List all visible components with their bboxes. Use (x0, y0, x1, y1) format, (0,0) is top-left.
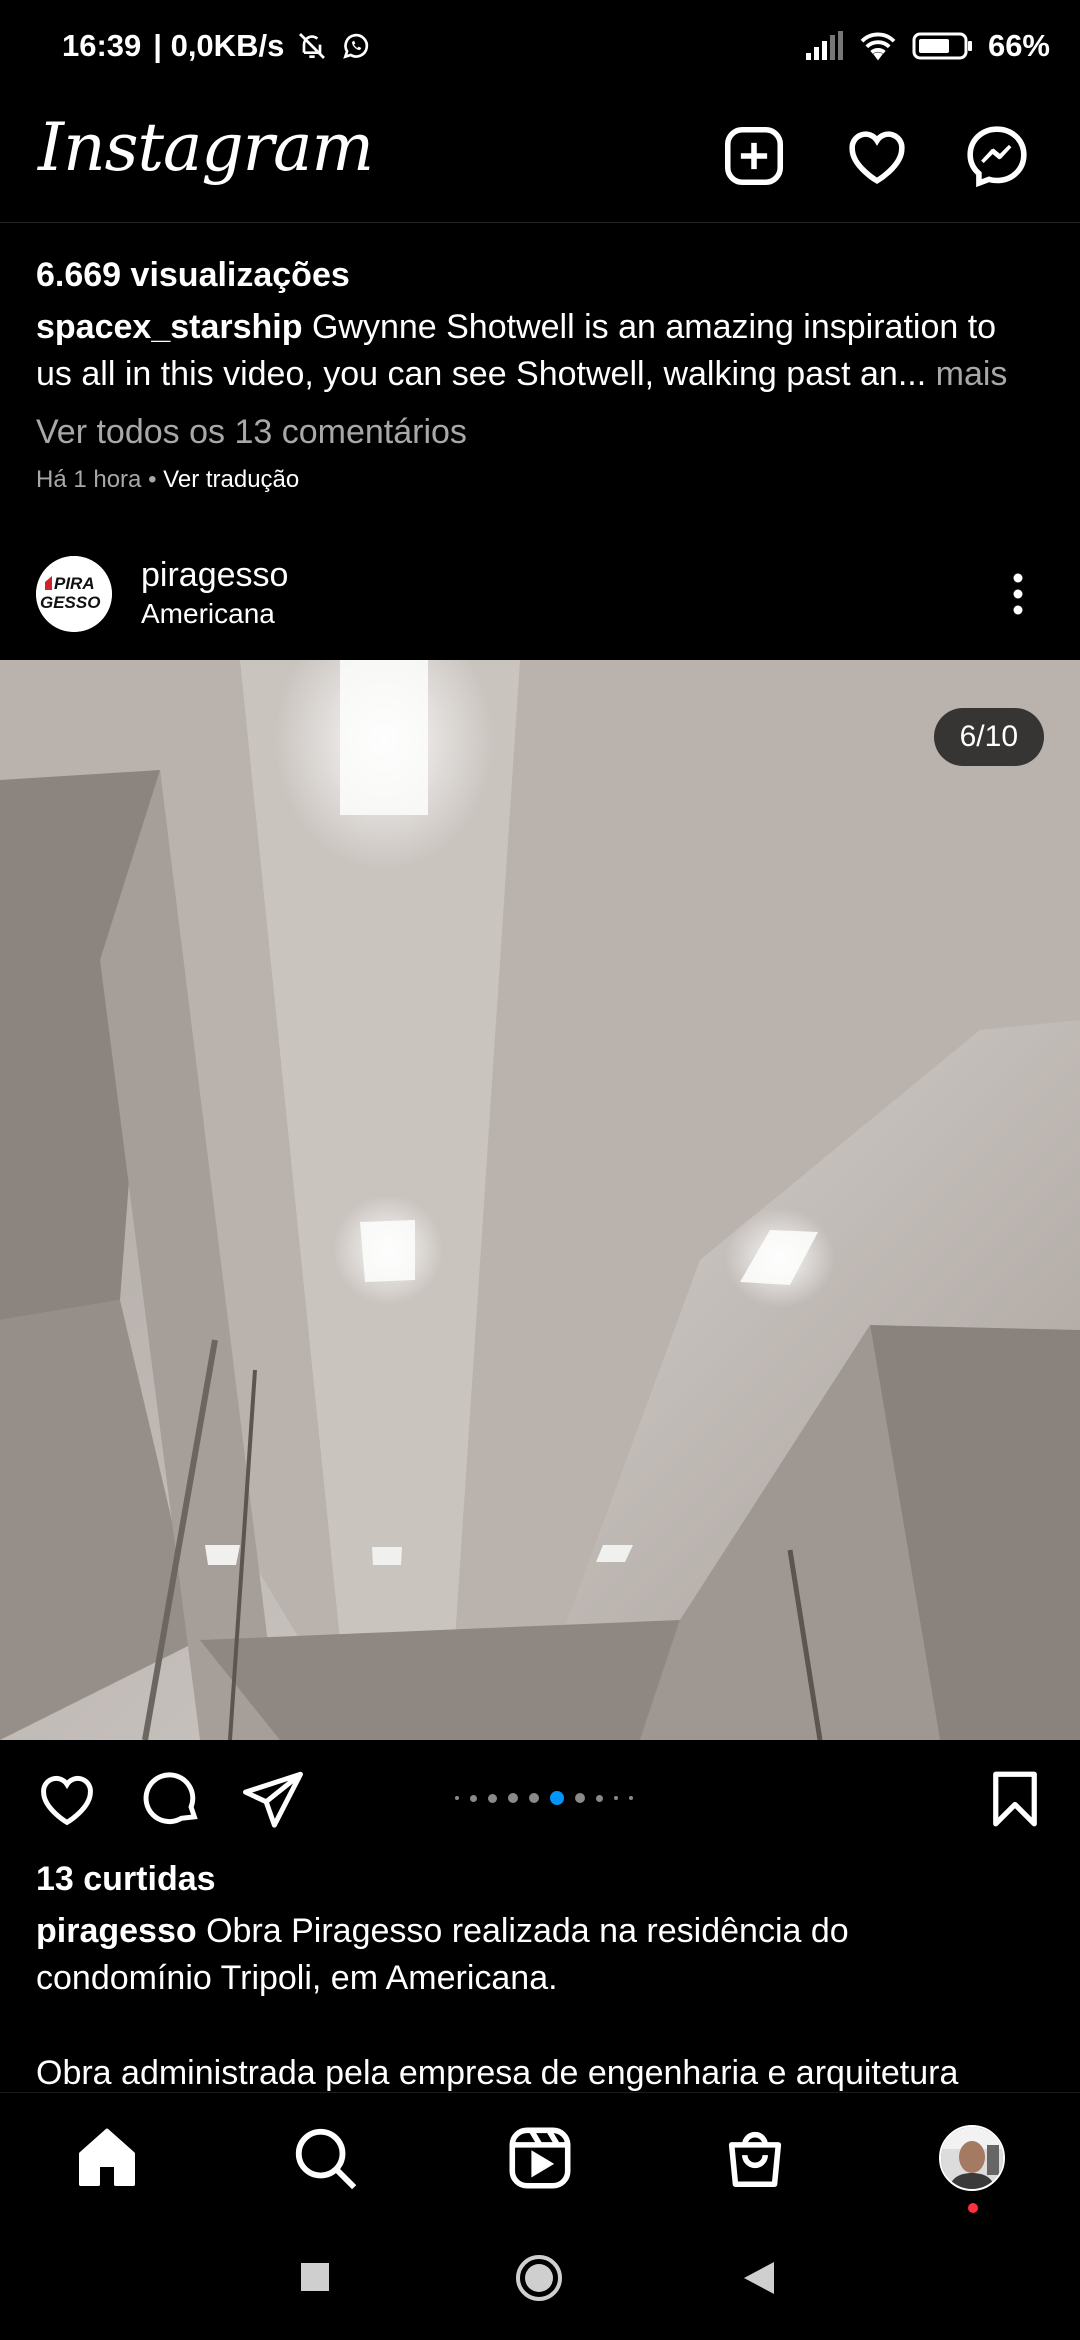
views-count: 6.669 visualizações (36, 256, 350, 294)
view-comments-link[interactable]: Ver todos os 13 comentários (36, 409, 467, 455)
wifi-icon (860, 32, 896, 61)
caption-username[interactable]: spacex_starship (36, 308, 303, 346)
caption-username[interactable]: piragesso (36, 1912, 197, 1950)
new-post-icon[interactable] (719, 121, 789, 191)
carousel-dot (596, 1794, 603, 1802)
status-right: 66% (804, 28, 1050, 64)
home-circle-icon[interactable] (515, 2254, 563, 2302)
carousel-dot (614, 1796, 618, 1800)
bottom-nav (0, 2092, 1080, 2222)
post-username[interactable]: piragesso (141, 555, 288, 595)
like-heart-icon[interactable] (34, 1766, 100, 1832)
status-left: 16:39 | 0,0KB/s (62, 28, 372, 64)
carousel-dot (508, 1793, 518, 1803)
avatar-text-bottom: GESSO (40, 593, 101, 612)
caption-text-2: us all in this video, you can see Shotwe… (36, 355, 927, 393)
previous-caption-line2: us all in this video, you can see Shotwe… (36, 351, 1007, 397)
comment-icon[interactable] (138, 1766, 204, 1832)
back-triangle-icon[interactable] (742, 2260, 776, 2296)
recents-square-icon[interactable] (300, 2262, 330, 2292)
home-icon[interactable] (72, 2123, 142, 2193)
carousel-dot (529, 1793, 539, 1803)
post-caption-line1: piragesso Obra Piragesso realizada na re… (36, 1908, 849, 1954)
battery-level: 66% (987, 28, 1050, 63)
carousel-dot (470, 1794, 477, 1802)
post-caption-line3: Obra administrada pela empresa de engenh… (36, 2054, 959, 2092)
post-location[interactable]: Americana (141, 597, 275, 631)
battery-icon (912, 32, 972, 60)
carousel-counter: 6/10 (933, 708, 1044, 766)
app-header: Instagram (0, 95, 1080, 223)
instagram-logo[interactable]: Instagram (38, 109, 374, 186)
time-ago: Há 1 hora (36, 466, 142, 493)
save-bookmark-icon[interactable] (982, 1766, 1048, 1832)
post-meta: Há 1 hora • Ver tradução (36, 463, 299, 497)
post-avatar[interactable]: PIRA GESSO (36, 556, 112, 632)
search-icon[interactable] (290, 2123, 360, 2193)
mute-bell-icon (299, 33, 326, 59)
profile-photo (941, 2127, 1003, 2189)
carousel-dots (455, 1790, 633, 1806)
status-bar: 16:39 | 0,0KB/s 66% (0, 0, 1080, 95)
meta-separator: • (141, 466, 164, 493)
avatar-text-top: PIRA (54, 574, 95, 593)
carousel-dot (575, 1793, 585, 1803)
shop-icon[interactable] (720, 2123, 790, 2193)
network-speed: | 0,0KB/s (153, 28, 285, 63)
carousel-dot (629, 1796, 633, 1800)
previous-caption-line1: spacex_starship Gwynne Shotwell is an am… (36, 304, 996, 350)
likes-count[interactable]: 13 curtidas (36, 1856, 216, 1902)
caption-text: Gwynne Shotwell is an amazing inspiratio… (302, 308, 997, 346)
status-time: 16:39 (62, 28, 142, 63)
signal-icon (805, 31, 843, 60)
caption-text: Obra Piragesso realizada na residência d… (196, 1912, 849, 1950)
system-navigation-bar (0, 2222, 1080, 2340)
carousel-dot (488, 1793, 497, 1803)
whatsapp-icon (343, 33, 369, 59)
share-send-icon[interactable] (240, 1766, 306, 1832)
translate-link[interactable]: Ver tradução (163, 466, 299, 493)
more-link[interactable]: mais (926, 355, 1008, 393)
activity-heart-icon[interactable] (842, 121, 912, 191)
notification-dot (968, 2203, 978, 2213)
carousel-dot (455, 1796, 459, 1800)
post-image[interactable]: 6/10 (0, 660, 1080, 1740)
post-caption-line2: condomínio Tripoli, em Americana. (36, 1959, 558, 1997)
messenger-icon[interactable] (962, 121, 1032, 191)
ceiling-photo (0, 660, 1080, 1740)
carousel-dot-active (550, 1791, 564, 1805)
profile-avatar[interactable] (939, 2125, 1005, 2191)
more-options-icon[interactable] (1000, 570, 1036, 618)
reels-icon[interactable] (505, 2123, 575, 2193)
